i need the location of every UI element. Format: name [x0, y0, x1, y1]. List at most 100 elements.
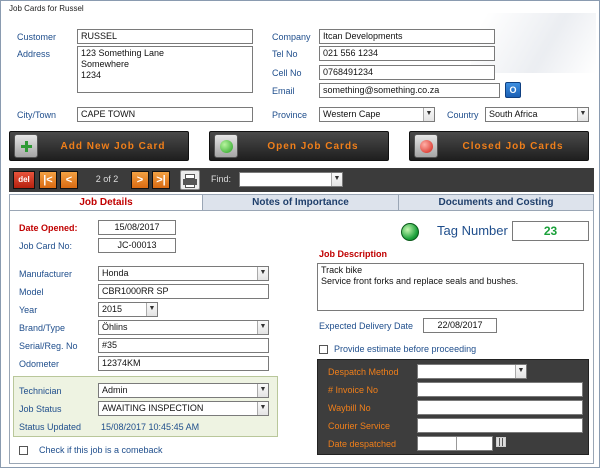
country-value: South Africa	[489, 109, 538, 119]
odometer-label: Odometer	[19, 359, 60, 369]
find-label: Find:	[211, 174, 232, 184]
country-label: Country	[447, 110, 479, 120]
record-position: 2 of 2	[95, 174, 119, 184]
chevron-down-icon[interactable]: ▼	[146, 303, 157, 316]
delete-button[interactable]: del	[13, 171, 35, 189]
tab-documents-and-costing[interactable]: Documents and Costing	[398, 194, 594, 211]
manufacturer-value: Honda	[102, 268, 129, 278]
tab-notes-of-importance[interactable]: Notes of Importance	[202, 194, 399, 211]
waybill-no-label: Waybill No	[328, 403, 371, 413]
status-light-icon	[401, 223, 419, 241]
year-label: Year	[19, 305, 38, 315]
email-field[interactable]: something@something.co.za	[319, 83, 500, 98]
window-title: Job Cards for Russel	[9, 4, 84, 13]
cell-label: Cell No	[272, 68, 302, 78]
brand-type-select[interactable]: Öhlins ▼	[98, 320, 269, 335]
tab-job-details[interactable]: Job Details	[9, 194, 203, 211]
email-label: Email	[272, 86, 295, 96]
chevron-down-icon[interactable]: ▼	[331, 173, 342, 186]
province-label: Province	[272, 110, 308, 120]
open-job-cards-button[interactable]: Open Job Cards	[209, 131, 389, 161]
job-description-label: Job Description	[319, 249, 388, 259]
address-field[interactable]: 123 Something Lane Somewhere 1234	[77, 46, 253, 93]
first-record-button[interactable]: |<	[39, 171, 57, 189]
find-select[interactable]: ▼	[239, 172, 343, 187]
previous-record-button[interactable]: <	[60, 171, 78, 189]
waybill-no-field[interactable]	[417, 400, 583, 415]
job-card-no-field[interactable]: JC-00013	[98, 238, 176, 253]
calendar-icon[interactable]	[496, 437, 506, 447]
record-navigation-bar: del |< < 2 of 2 > >| Find: ▼	[9, 168, 594, 192]
comeback-checkbox[interactable]	[19, 446, 28, 455]
cell-field[interactable]: 0768491234	[319, 65, 495, 80]
address-label: Address	[17, 49, 51, 59]
despatch-method-label: Despatch Method	[328, 367, 399, 377]
technician-value: Admin	[102, 385, 128, 395]
company-label: Company	[272, 32, 311, 42]
manufacturer-select[interactable]: Honda ▼	[98, 266, 269, 281]
province-value: Western Cape	[323, 109, 381, 119]
model-label: Model	[19, 287, 44, 297]
courier-service-field[interactable]	[417, 418, 583, 433]
outlook-icon[interactable]: O	[505, 82, 521, 98]
odometer-field[interactable]: 12374KM	[98, 356, 269, 371]
closed-job-cards-button[interactable]: Closed Job Cards	[409, 131, 589, 161]
chevron-down-icon[interactable]: ▼	[257, 402, 268, 415]
estimate-label: Provide estimate before proceeding	[334, 344, 477, 354]
serial-reg-field[interactable]: #35	[98, 338, 269, 353]
city-field[interactable]: CAPE TOWN	[77, 107, 253, 122]
next-record-button[interactable]: >	[131, 171, 149, 189]
chevron-down-icon[interactable]: ▼	[515, 365, 526, 378]
date-despatched-field[interactable]	[417, 436, 493, 451]
expected-delivery-field[interactable]: 22/08/2017	[423, 318, 497, 333]
manufacturer-label: Manufacturer	[19, 269, 73, 279]
city-label: City/Town	[17, 110, 57, 120]
tag-number-label: Tag Number	[437, 223, 508, 238]
date-despatched-label: Date despatched	[328, 439, 397, 449]
job-status-select[interactable]: AWAITING INSPECTION ▼	[98, 401, 269, 416]
model-field[interactable]: CBR1000RR SP	[98, 284, 269, 299]
date-opened-field[interactable]: 15/08/2017	[98, 220, 176, 235]
tel-label: Tel No	[272, 49, 298, 59]
date-opened-label: Date Opened:	[19, 223, 78, 233]
country-select[interactable]: South Africa ▼	[485, 107, 589, 122]
chevron-down-icon[interactable]: ▼	[257, 321, 268, 334]
add-new-job-card-label: Add New Job Card	[60, 140, 166, 152]
job-status-label: Job Status	[19, 404, 62, 414]
red-light-icon	[414, 134, 438, 158]
customer-label: Customer	[17, 32, 57, 42]
job-card-no-label: Job Card No:	[19, 241, 73, 251]
tag-number-field[interactable]: 23	[512, 221, 589, 241]
status-updated-value: 15/08/2017 10:45:45 AM	[101, 422, 200, 432]
chevron-down-icon[interactable]: ▼	[257, 267, 268, 280]
chevron-down-icon[interactable]: ▼	[257, 384, 268, 397]
status-updated-label: Status Updated	[19, 422, 82, 432]
invoice-no-field[interactable]	[417, 382, 583, 397]
closed-job-cards-label: Closed Job Cards	[462, 140, 564, 152]
chevron-down-icon[interactable]: ▼	[577, 108, 588, 121]
technician-select[interactable]: Admin ▼	[98, 383, 269, 398]
courier-service-label: Courier Service	[328, 421, 391, 431]
date-divider	[456, 437, 457, 450]
despatch-method-select[interactable]: ▼	[417, 364, 527, 379]
job-description-field[interactable]: Track bike Service front forks and repla…	[317, 263, 584, 311]
add-new-job-card-button[interactable]: Add New Job Card	[9, 131, 189, 161]
comeback-label: Check if this job is a comeback	[39, 445, 163, 455]
chevron-down-icon[interactable]: ▼	[423, 108, 434, 121]
province-select[interactable]: Western Cape ▼	[319, 107, 435, 122]
brand-type-label: Brand/Type	[19, 323, 66, 333]
year-select[interactable]: 2015 ▼	[98, 302, 158, 317]
printer-icon[interactable]	[180, 170, 200, 190]
last-record-button[interactable]: >|	[152, 171, 170, 189]
open-job-cards-label: Open Job Cards	[267, 140, 359, 152]
tel-field[interactable]: 021 556 1234	[319, 46, 495, 61]
invoice-no-label: # Invoice No	[328, 385, 379, 395]
customer-field[interactable]: RUSSEL	[77, 29, 253, 44]
technician-label: Technician	[19, 386, 62, 396]
job-cards-window: Job Cards for Russel Customer RUSSEL Add…	[0, 0, 600, 468]
company-field[interactable]: Itcan Developments	[319, 29, 495, 44]
green-light-icon	[214, 134, 238, 158]
add-icon	[14, 134, 38, 158]
estimate-checkbox[interactable]	[319, 345, 328, 354]
serial-reg-label: Serial/Reg. No	[19, 341, 78, 351]
